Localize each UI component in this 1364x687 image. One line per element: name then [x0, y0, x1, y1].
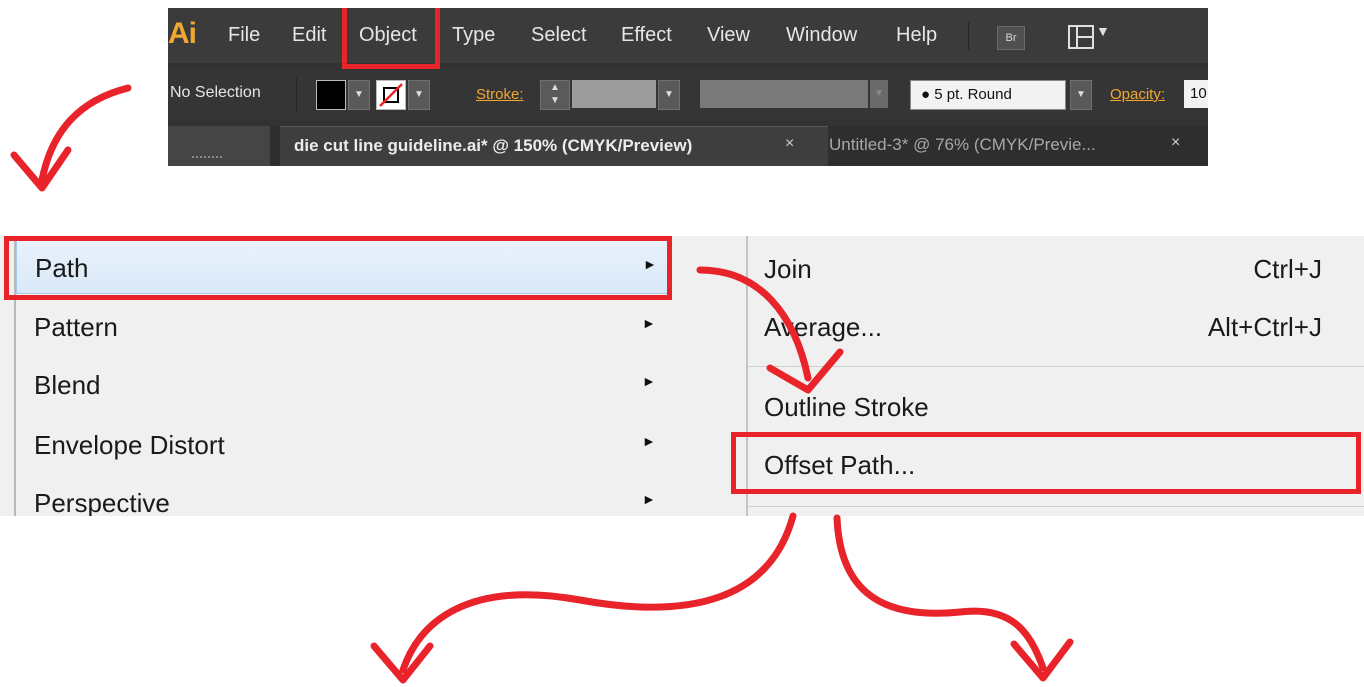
workspace-switcher-icon[interactable]: ▼ [1068, 23, 1120, 49]
tab-untitled-3[interactable]: Untitled-3* @ 76% (CMYK/Previe... × [829, 126, 1194, 166]
bridge-icon[interactable]: Br [997, 26, 1025, 50]
menu-separator [748, 506, 1364, 507]
menu-edit[interactable]: Edit [292, 24, 326, 47]
tab-title: Untitled-3* @ 76% (CMYK/Previe... [829, 135, 1096, 154]
tab-close-icon[interactable]: × [785, 135, 794, 153]
menu-help[interactable]: Help [896, 24, 937, 47]
fill-dropdown[interactable]: ▼ [348, 80, 370, 110]
path-item-highlight [4, 236, 672, 300]
opacity-label[interactable]: Opacity: [1110, 86, 1165, 103]
illustrator-logo: Ai [168, 17, 197, 50]
document-tab-bar: die cut line guideline.ai* @ 150% (CMYK/… [168, 126, 1208, 166]
submenu-arrow-icon: ► [642, 491, 656, 507]
object-menu-highlight [342, 8, 440, 69]
fill-swatch[interactable] [316, 80, 346, 110]
menu-type[interactable]: Type [452, 24, 495, 47]
menu-item-shortcut: Alt+Ctrl+J [1207, 312, 1322, 342]
menu-item-outline-stroke[interactable]: Outline Stroke [748, 378, 1364, 436]
brush-value: ● 5 pt. Round [921, 86, 1012, 103]
menu-item-join[interactable]: Join Ctrl+J [748, 240, 1364, 298]
control-bar: No Selection ▼ ▼ Stroke: ▲ ▼ ▼ ▼ ● 5 pt. … [168, 70, 1208, 120]
brush-definition[interactable]: ● 5 pt. Round [910, 80, 1066, 110]
stroke-weight-stepper[interactable]: ▲ ▼ [540, 80, 570, 110]
menu-select[interactable]: Select [531, 24, 587, 47]
arrowhead-icon [1010, 638, 1074, 682]
menu-item-label: Blend [34, 370, 101, 400]
menu-item-label: Average... [764, 312, 883, 342]
menu-separator [968, 22, 969, 50]
menu-item-average[interactable]: Average... Alt+Ctrl+J [748, 298, 1364, 356]
menu-view[interactable]: View [707, 24, 750, 47]
tools-panel-stub [168, 126, 270, 166]
menu-item-blend[interactable]: Blend ► [16, 356, 671, 412]
arrow-offset-right [833, 514, 1047, 672]
variable-width-profile[interactable] [700, 80, 868, 108]
control-bar-divider [296, 78, 297, 112]
arrowhead-icon [370, 642, 434, 684]
menu-window[interactable]: Window [786, 24, 857, 47]
selection-status: No Selection [170, 84, 261, 101]
menu-item-label: Envelope Distort [34, 430, 225, 460]
brush-dropdown[interactable]: ▼ [1070, 80, 1092, 110]
stroke-dropdown[interactable]: ▼ [408, 80, 430, 110]
arrow-offset-left [399, 512, 797, 674]
illustrator-screenshot-crop: Ai File Edit Object Type Select Effect V… [168, 8, 1208, 166]
stroke-weight-field[interactable] [572, 80, 656, 108]
menu-file[interactable]: File [228, 24, 260, 47]
menu-effect[interactable]: Effect [621, 24, 672, 47]
menu-separator [748, 366, 1364, 367]
panel-grip[interactable] [192, 156, 222, 160]
menu-item-label: Outline Stroke [764, 392, 929, 422]
arrowhead-icon [10, 146, 72, 192]
tab-close-icon[interactable]: × [1171, 134, 1180, 152]
stroke-weight-dropdown[interactable]: ▼ [658, 80, 680, 110]
menu-bar: Ai File Edit Object Type Select Effect V… [168, 8, 1208, 63]
variable-width-dropdown[interactable]: ▼ [870, 80, 888, 108]
submenu-arrow-icon: ► [642, 315, 656, 331]
menu-item-label: Pattern [34, 312, 118, 342]
menu-item-pattern[interactable]: Pattern ► [16, 298, 671, 354]
submenu-arrow-icon: ► [642, 373, 656, 389]
menu-item-label: Perspective [34, 488, 170, 516]
tab-title: die cut line guideline.ai* @ 150% (CMYK/… [294, 136, 693, 155]
submenu-arrow-icon: ► [642, 433, 656, 449]
menu-item-label: Join [764, 254, 812, 284]
tab-die-cut-line-guideline[interactable]: die cut line guideline.ai* @ 150% (CMYK/… [280, 126, 828, 166]
stroke-label[interactable]: Stroke: [476, 86, 524, 103]
menu-item-perspective[interactable]: Perspective ► [16, 474, 671, 516]
opacity-field[interactable]: 10 [1184, 80, 1208, 108]
arrow-to-object-menu [38, 84, 132, 184]
menu-item-shortcut: Ctrl+J [1253, 254, 1322, 284]
stroke-swatch[interactable] [376, 80, 406, 110]
menu-item-envelope-distort[interactable]: Envelope Distort ► [16, 416, 671, 472]
offset-path-highlight [731, 432, 1361, 494]
